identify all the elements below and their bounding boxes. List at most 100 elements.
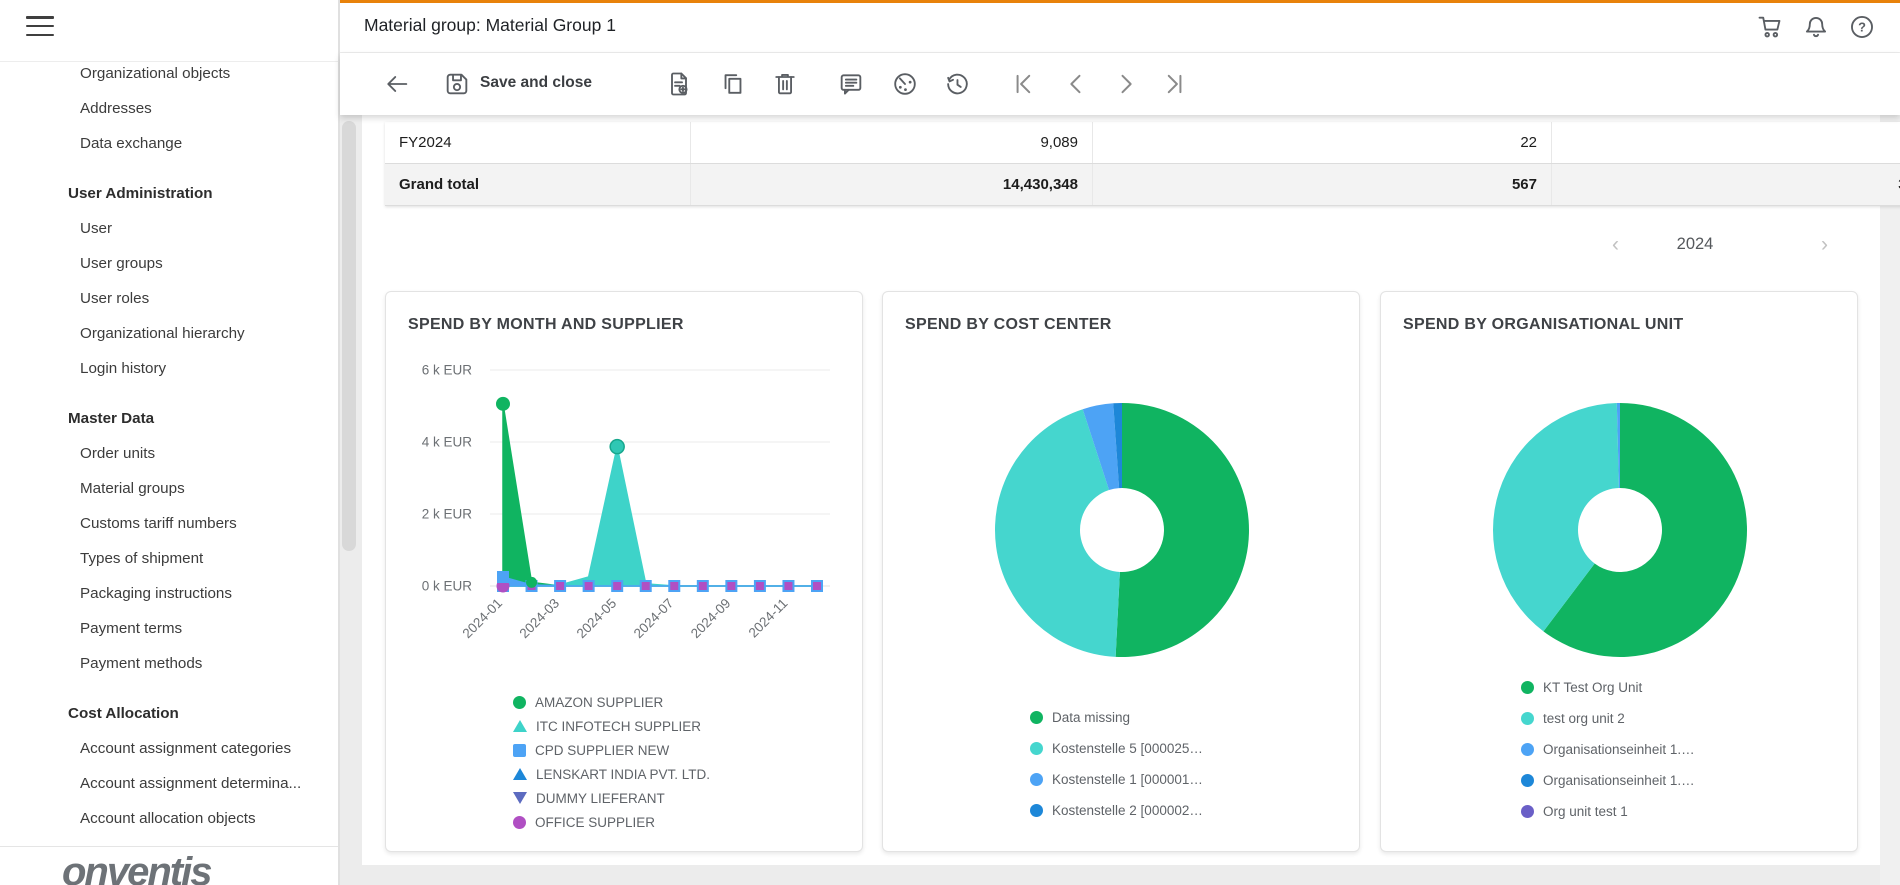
- legend-label: DUMMY LIEFERANT: [536, 791, 665, 806]
- sidebar-item-user-roles[interactable]: User roles: [0, 281, 338, 316]
- donut-slice[interactable]: [1116, 403, 1249, 657]
- table-cell-amount: 14,430,348: [691, 164, 1093, 206]
- legend-marker: [1030, 804, 1043, 817]
- area-series: [503, 447, 817, 586]
- history-icon[interactable]: [943, 70, 971, 98]
- donut-chart[interactable]: [883, 340, 1360, 680]
- sidebar-item-addresses[interactable]: Addresses: [0, 91, 338, 126]
- sidebar-item-data-exchange[interactable]: Data exchange: [0, 126, 338, 161]
- x-axis-tick: 2024-03: [517, 596, 563, 642]
- marker-square: [784, 582, 792, 590]
- legend-item[interactable]: ITC INFOTECH SUPPLIER: [513, 714, 710, 738]
- table-cell-period: Grand total: [385, 164, 691, 206]
- next-page-icon[interactable]: [1112, 70, 1140, 98]
- legend-item[interactable]: CPD SUPPLIER NEW: [513, 738, 710, 762]
- sidebar-item-order-units[interactable]: Order units: [0, 436, 338, 471]
- marker-square: [699, 582, 707, 590]
- legend-item[interactable]: Kostenstelle 2 [000002…: [1030, 795, 1203, 826]
- marker-square: [756, 582, 764, 590]
- gauge-icon[interactable]: [891, 70, 919, 98]
- sidebar-item-customs-tariff-numbers[interactable]: Customs tariff numbers: [0, 506, 338, 541]
- legend-item[interactable]: KT Test Org Unit: [1521, 672, 1695, 703]
- year-next-icon[interactable]: ›: [1821, 232, 1828, 258]
- legend-marker: [1521, 805, 1534, 818]
- chart-legend: KT Test Org Unit test org unit 2 Organis…: [1521, 672, 1695, 827]
- sidebar-item-user[interactable]: User: [0, 211, 338, 246]
- legend-marker: [1030, 742, 1043, 755]
- legend-label: OFFICE SUPPLIER: [535, 815, 655, 830]
- sidebar-item-account-assignment-determination[interactable]: Account assignment determina...: [0, 766, 338, 801]
- x-axis-tick: 2024-11: [746, 596, 791, 641]
- legend-item[interactable]: Org unit test 1: [1521, 796, 1695, 827]
- legend-marker: [513, 744, 526, 757]
- hamburger-menu-icon[interactable]: [26, 16, 54, 38]
- left-scrollbar-thumb[interactable]: [342, 121, 356, 551]
- legend-marker: [1030, 773, 1043, 786]
- marker-square: [585, 582, 593, 590]
- page-title: Material group: Material Group 1: [364, 15, 616, 36]
- sidebar-item-organizational-objects[interactable]: Organizational objects: [0, 56, 338, 91]
- donut-chart[interactable]: [1381, 340, 1858, 680]
- sidebar-item-account-allocation-objects[interactable]: Account allocation objects: [0, 801, 338, 836]
- table-cell-value: 313.42: [1552, 122, 1900, 164]
- y-axis-tick: 4 k EUR: [422, 435, 473, 450]
- legend-item[interactable]: Organisationseinheit 1.…: [1521, 765, 1695, 796]
- left-scrollbar-track[interactable]: [340, 115, 362, 885]
- legend-marker: [513, 816, 526, 829]
- area-series: [503, 404, 817, 586]
- legend-marker: [513, 696, 526, 709]
- table-cell-count: 22: [1093, 122, 1552, 164]
- sidebar-item-packaging-instructions[interactable]: Packaging instructions: [0, 576, 338, 611]
- legend-item[interactable]: LENSKART INDIA PVT. LTD.: [513, 762, 710, 786]
- comment-icon[interactable]: [837, 70, 865, 98]
- sidebar-item-user-groups[interactable]: User groups: [0, 246, 338, 281]
- legend-item[interactable]: Organisationseinheit 1.…: [1521, 734, 1695, 765]
- last-page-icon[interactable]: [1160, 70, 1188, 98]
- save-icon[interactable]: [443, 70, 471, 98]
- horizontal-scrollbar-track[interactable]: [362, 865, 1880, 885]
- sidebar-item-login-history[interactable]: Login history: [0, 351, 338, 386]
- legend-item[interactable]: Data missing: [1030, 702, 1203, 733]
- delete-icon[interactable]: [771, 70, 799, 98]
- back-arrow-icon[interactable]: [383, 70, 411, 98]
- legend-marker: [1521, 774, 1534, 787]
- marker-circle: [496, 397, 510, 411]
- chart-legend: Data missing Kostenstelle 5 [000025… Kos…: [1030, 702, 1203, 826]
- legend-marker: [1030, 711, 1043, 724]
- cart-icon[interactable]: [1756, 13, 1784, 41]
- sidebar-heading-master-data: Master Data: [0, 401, 338, 436]
- legend-item[interactable]: AMAZON SUPPLIER: [513, 690, 710, 714]
- right-scrollbar-track[interactable]: [1880, 115, 1900, 885]
- chart-title: SPEND BY ORGANISATIONAL UNIT: [1403, 316, 1683, 334]
- sidebar-item-types-of-shipment[interactable]: Types of shipment: [0, 541, 338, 576]
- sidebar-nav: Organizational objects Addresses Data ex…: [0, 56, 338, 836]
- legend-item[interactable]: Kostenstelle 5 [000025…: [1030, 733, 1203, 764]
- legend-marker: [1521, 681, 1534, 694]
- sidebar-item-payment-methods[interactable]: Payment methods: [0, 646, 338, 681]
- sidebar-item-material-groups[interactable]: Material groups: [0, 471, 338, 506]
- app-screen: Organizational objects Addresses Data ex…: [0, 0, 1900, 885]
- marker-square: [497, 571, 509, 583]
- table-cell-count: 567: [1093, 164, 1552, 206]
- legend-item[interactable]: test org unit 2: [1521, 703, 1695, 734]
- legend-item[interactable]: Kostenstelle 1 [000001…: [1030, 764, 1203, 795]
- copy-icon[interactable]: [719, 70, 747, 98]
- marker-square: [727, 582, 735, 590]
- legend-marker: [513, 720, 527, 732]
- sidebar-item-organizational-hierarchy[interactable]: Organizational hierarchy: [0, 316, 338, 351]
- sidebar-item-payment-terms[interactable]: Payment terms: [0, 611, 338, 646]
- sidebar-item-account-assignment-categories[interactable]: Account assignment categories: [0, 731, 338, 766]
- prev-page-icon[interactable]: [1062, 70, 1090, 98]
- legend-label: AMAZON SUPPLIER: [535, 695, 663, 710]
- legend-marker: [1521, 712, 1534, 725]
- legend-item[interactable]: OFFICE SUPPLIER: [513, 810, 710, 834]
- area-chart[interactable]: 0 k EUR2 k EUR4 k EUR6 k EUR2024-012024-…: [386, 340, 863, 680]
- legend-item[interactable]: DUMMY LIEFERANT: [513, 786, 710, 810]
- x-axis-tick: 2024-09: [688, 596, 734, 642]
- first-page-icon[interactable]: [1010, 70, 1038, 98]
- sidebar: Organizational objects Addresses Data ex…: [0, 0, 340, 885]
- save-and-close-button[interactable]: Save and close: [480, 74, 592, 92]
- bell-icon[interactable]: [1802, 13, 1830, 41]
- help-icon[interactable]: ?: [1848, 13, 1876, 41]
- new-document-icon[interactable]: [665, 70, 693, 98]
